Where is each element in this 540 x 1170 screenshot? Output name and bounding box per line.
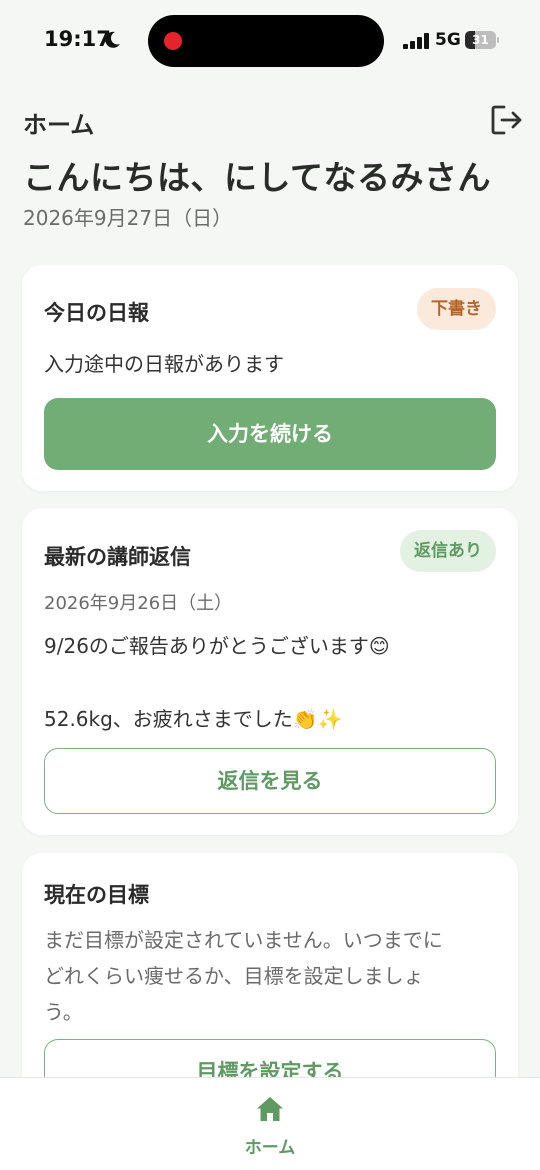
today-report-card: 今日の日報 下書き 入力途中の日報があります 入力を続ける <box>22 265 518 491</box>
battery-icon: 31 <box>465 31 499 49</box>
view-reply-button[interactable]: 返信を見る <box>44 748 496 814</box>
latest-reply-card: 最新の講師返信 返信あり 2026年9月26日（土） 9/26のご報告ありがとう… <box>22 508 518 835</box>
status-time: 19:17 <box>44 27 111 51</box>
logout-icon[interactable] <box>490 104 524 136</box>
goal-message-line: どれくらい痩せるか、目標を設定しましょ <box>44 964 424 988</box>
reply-message-line: 52.6kg、お疲れさまでした👏✨ <box>44 707 343 731</box>
draft-message: 入力途中の日報があります <box>44 352 284 376</box>
battery-level: 31 <box>472 33 489 47</box>
status-bar: 19:17 5G 31 <box>0 0 540 80</box>
continue-input-button[interactable]: 入力を続ける <box>44 398 496 470</box>
nav-item-home[interactable]: ホーム <box>220 1078 320 1170</box>
goal-message-line: う。 <box>44 1000 83 1024</box>
network-type: 5G <box>435 30 461 50</box>
page-title: ホーム <box>23 111 95 139</box>
home-icon <box>257 1097 283 1121</box>
nav-item-label: ホーム <box>244 1138 296 1158</box>
reply-status-badge: 返信あり <box>400 530 496 572</box>
greeting-heading: こんにちは、にしてなるみさん <box>23 158 492 197</box>
home-screen: 19:17 5G 31 ホーム こんにちは、にしてなるみさん 2026年9月27… <box>0 0 540 1170</box>
today-date: 2026年9月27日（日） <box>23 206 233 230</box>
card-title: 今日の日報 <box>44 301 149 325</box>
draft-status-badge: 下書き <box>417 288 496 330</box>
card-title: 最新の講師返信 <box>44 545 191 569</box>
goal-message-line: まだ目標が設定されていません。いつまでに <box>44 928 443 952</box>
bottom-navigation: ホーム <box>0 1077 540 1170</box>
moon-icon <box>105 31 120 48</box>
recording-indicator-icon <box>164 32 182 50</box>
dynamic-island <box>148 15 384 67</box>
reply-date: 2026年9月26日（土） <box>44 593 233 614</box>
cellular-signal-icon <box>403 33 429 49</box>
card-title: 現在の目標 <box>44 883 149 907</box>
reply-message-line: 9/26のご報告ありがとうございます😊 <box>44 634 390 658</box>
